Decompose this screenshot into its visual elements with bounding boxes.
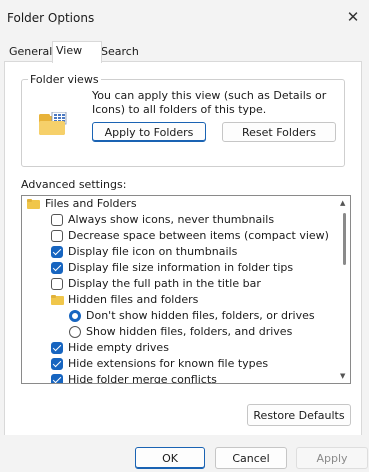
checkbox-label: Hide folder merge conflicts [68,373,217,384]
scroll-up-arrow-icon[interactable]: ▲ [340,199,345,207]
ok-button[interactable]: OK [135,447,205,469]
checkbox-label: Always show icons, never thumbnails [68,213,275,226]
checkbox-label: Display the full path in the title bar [68,277,261,290]
tab-search[interactable]: Search [98,43,144,61]
checkbox-display-file-icon[interactable] [51,246,63,258]
checkbox-display-full-path[interactable] [51,278,63,290]
radio-show-hidden[interactable] [69,326,81,338]
restore-defaults-button[interactable]: Restore Defaults [247,404,351,426]
checkbox-label: Hide empty drives [68,341,169,354]
radio-label: Show hidden files, folders, and drives [86,325,293,338]
checkbox-always-show-icons[interactable] [51,214,63,226]
tree-folder-label: Files and Folders [45,197,137,210]
reset-folders-button[interactable]: Reset Folders [222,122,336,142]
folder-icon [27,199,40,209]
checkbox-hide-extensions[interactable] [51,358,63,370]
folder-views-description: You can apply this view (such as Details… [92,89,327,116]
folder-views-legend: Folder views [28,73,101,86]
cancel-button[interactable]: Cancel [215,447,287,469]
checkbox-label: Display file size information in folder … [68,261,294,274]
checkbox-display-file-size[interactable] [51,262,63,274]
folder-icon [51,295,64,305]
dialog-footer: OK Cancel Apply [0,435,369,472]
checkbox-label: Display file icon on thumbnails [68,245,238,258]
apply-button[interactable]: Apply [296,447,368,469]
checkbox-hide-empty-drives[interactable] [51,342,63,354]
advanced-settings-label: Advanced settings: [21,178,127,191]
checkbox-label: Hide extensions for known file types [68,357,269,370]
apply-to-folders-button[interactable]: Apply to Folders [92,122,206,142]
radio-dont-show-hidden[interactable] [69,310,81,322]
view-tab-panel: Folder views You can apply this view (su… [4,61,362,437]
tree-scrollbar[interactable]: ▲ ▼ [339,197,349,382]
window-title: Folder Options [7,11,95,25]
title-bar: Folder Options ✕ [0,0,369,36]
scroll-thumb[interactable] [343,213,346,265]
tab-general[interactable]: General [6,43,54,61]
checkbox-decrease-space[interactable] [51,230,63,242]
tree-folder-label: Hidden files and folders [68,293,199,306]
radio-label: Don't show hidden files, folders, or dri… [86,309,315,322]
checkbox-hide-merge-conflicts[interactable] [51,374,63,383]
folder-views-group: Folder views You can apply this view (su… [21,73,345,167]
close-icon[interactable]: ✕ [343,6,363,28]
folder-view-icon [39,112,67,135]
checkbox-label: Decrease space between items (compact vi… [68,229,329,242]
tab-view[interactable]: View [52,41,102,63]
advanced-settings-tree[interactable]: Files and Folders Always show icons, nev… [21,195,351,384]
scroll-down-arrow-icon[interactable]: ▼ [340,372,345,380]
